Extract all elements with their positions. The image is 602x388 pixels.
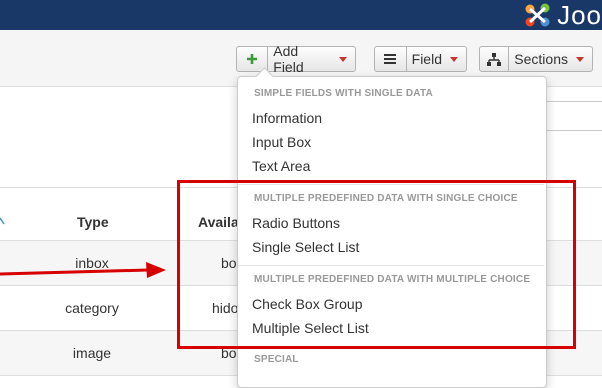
menu-group-header: SPECIAL bbox=[254, 354, 299, 365]
column-type-header[interactable]: Type bbox=[77, 214, 109, 230]
highlight-box bbox=[177, 180, 576, 349]
menu-item-text-area[interactable]: Text Area bbox=[252, 158, 310, 174]
add-field-label: Add Field bbox=[273, 43, 304, 75]
sections-button[interactable]: Sections bbox=[479, 46, 593, 72]
logo-text: Joo bbox=[557, 0, 602, 30]
field-label: Field bbox=[411, 51, 442, 67]
annotation-arrow bbox=[0, 262, 166, 278]
joomla-mark-icon bbox=[523, 2, 553, 28]
type-cell: image bbox=[72, 345, 112, 361]
list-icon bbox=[375, 47, 407, 71]
sections-label: Sections bbox=[514, 51, 568, 67]
search-input[interactable] bbox=[540, 101, 602, 131]
add-field-button[interactable]: Add Field bbox=[236, 43, 356, 75]
sort-icon bbox=[0, 217, 5, 225]
top-bar: Joo bbox=[0, 0, 602, 30]
field-button[interactable]: Field bbox=[374, 46, 467, 72]
sitemap-icon bbox=[480, 47, 510, 71]
menu-item-input-box[interactable]: Input Box bbox=[252, 134, 311, 150]
type-cell: category bbox=[65, 300, 119, 316]
menu-item-information[interactable]: Information bbox=[252, 110, 322, 126]
chevron-down-icon bbox=[339, 56, 347, 62]
joomla-logo[interactable]: Joo bbox=[523, 0, 602, 30]
menu-group-header: SIMPLE FIELDS WITH SINGLE DATA bbox=[254, 88, 433, 99]
chevron-down-icon bbox=[576, 56, 584, 62]
chevron-down-icon bbox=[450, 56, 458, 62]
